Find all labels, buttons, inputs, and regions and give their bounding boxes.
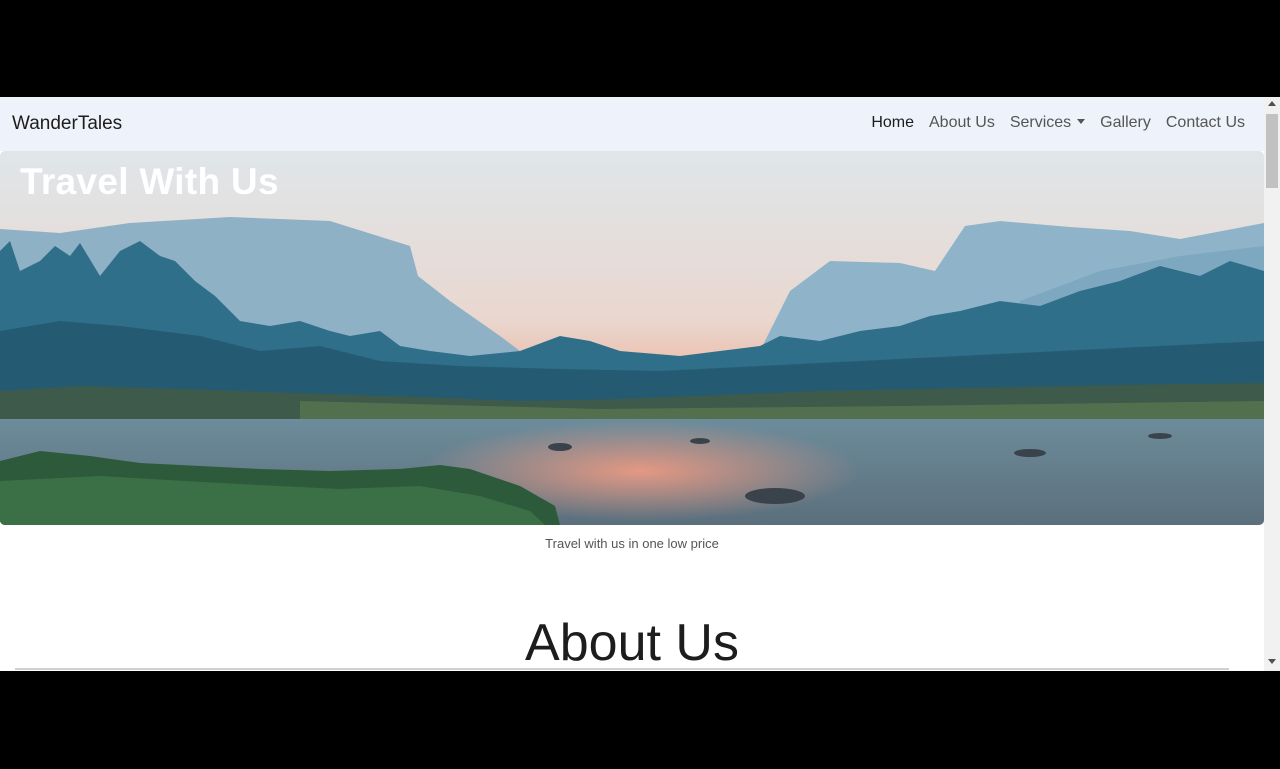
about-us-heading: About Us bbox=[525, 614, 739, 671]
nav-links: Home About Us Services Gallery Contact U… bbox=[856, 114, 1245, 132]
caret-down-icon bbox=[1077, 119, 1086, 124]
hero-title: Travel With Us bbox=[20, 161, 279, 202]
nav-link-contact-us[interactable]: Contact Us bbox=[1166, 114, 1245, 132]
navbar: WanderTales Home About Us Services Galle… bbox=[0, 97, 1264, 151]
bottom-divider bbox=[15, 668, 1229, 670]
scrollbar-thumb[interactable] bbox=[1266, 114, 1278, 188]
nav-link-services-dropdown[interactable]: Services bbox=[1009, 114, 1086, 132]
nav-link-about-us[interactable]: About Us bbox=[929, 114, 995, 132]
nav-link-home[interactable]: Home bbox=[871, 114, 914, 132]
hero-banner: Travel With Us bbox=[0, 151, 1264, 525]
hero-landscape-image bbox=[0, 151, 1264, 525]
browser-viewport: WanderTales Home About Us Services Galle… bbox=[0, 97, 1280, 671]
vertical-scrollbar[interactable] bbox=[1264, 97, 1280, 671]
scroll-down-arrow-icon[interactable] bbox=[1268, 659, 1276, 664]
nav-link-gallery[interactable]: Gallery bbox=[1100, 114, 1151, 132]
brand-logo[interactable]: WanderTales bbox=[12, 113, 122, 135]
scroll-up-arrow-icon[interactable] bbox=[1268, 101, 1276, 106]
nav-link-services-label: Services bbox=[1009, 114, 1072, 131]
hero-tagline: Travel with us in one low price bbox=[545, 536, 719, 551]
